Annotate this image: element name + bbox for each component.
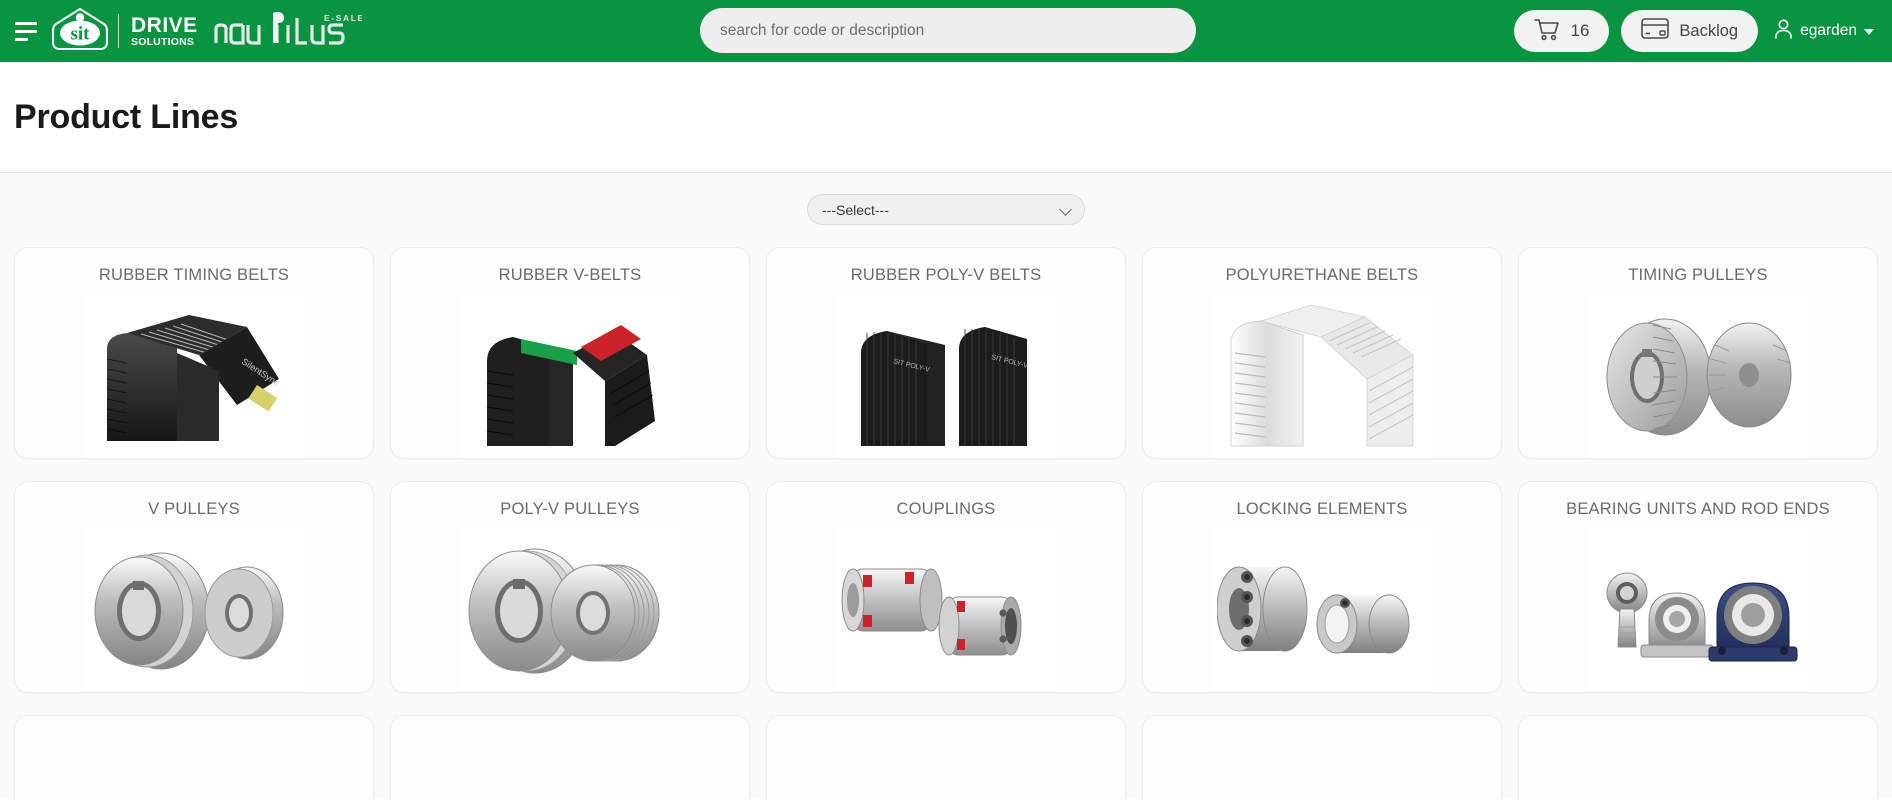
svg-text:sit: sit <box>71 23 91 44</box>
nautilus-wordmark: E-SALES <box>212 11 370 51</box>
product-line-card[interactable]: COUPLINGS <box>766 481 1126 693</box>
cart-button[interactable]: 16 <box>1514 10 1610 52</box>
product-line-title: RUBBER POLY-V BELTS <box>850 266 1042 284</box>
app-header: sit DRIVE SOLUTIONS E-SALE search for co… <box>0 0 1892 62</box>
drive-solutions-wordmark: DRIVE SOLUTIONS <box>131 15 198 48</box>
product-line-title: BEARING UNITS AND ROD ENDS <box>1566 500 1830 518</box>
product-line-card[interactable]: POLYURETHANE BELTS <box>1142 247 1502 459</box>
bearing-units-and-rod-ends-image <box>1589 529 1807 691</box>
cart-count: 16 <box>1570 21 1590 40</box>
hamburger-bar <box>15 37 28 41</box>
locking-elements-image <box>1213 529 1431 691</box>
product-line-title <box>562 716 578 734</box>
brand-logo[interactable]: sit DRIVE SOLUTIONS E-SALE <box>50 0 370 62</box>
user-icon <box>1774 19 1793 44</box>
polyurethane-belts-image <box>1213 295 1431 457</box>
rubber-v-belts-image <box>461 295 679 457</box>
product-line-title <box>938 716 954 734</box>
product-line-title <box>186 716 202 734</box>
product-line-title <box>1314 716 1330 734</box>
product-line-card[interactable] <box>14 715 374 799</box>
search-container <box>700 8 1196 53</box>
rubber-poly-v-belts-image: SIT POLY-V SIT POLY-V <box>837 295 1055 457</box>
product-line-card[interactable]: RUBBER V-BELTS <box>390 247 750 459</box>
product-line-card[interactable]: V PULLEYS <box>14 481 374 693</box>
header-actions: 16 Backlog egarden <box>1514 0 1878 62</box>
username-label: egarden <box>1800 22 1857 39</box>
product-line-card[interactable] <box>1142 715 1502 799</box>
select-value: ---Select--- <box>822 201 889 218</box>
search-input[interactable] <box>700 8 1196 53</box>
product-line-card[interactable] <box>390 715 750 799</box>
sit-logo-icon: sit <box>50 6 110 57</box>
hamburger-bar <box>15 29 37 33</box>
drive-line: DRIVE <box>131 13 198 37</box>
product-line-title: RUBBER V-BELTS <box>498 266 642 284</box>
v-pulleys-image <box>85 529 303 691</box>
product-line-card[interactable] <box>766 715 1126 799</box>
product-line-card[interactable]: BEARING UNITS AND ROD ENDS <box>1518 481 1878 693</box>
product-line-card[interactable]: RUBBER TIMING BELTS SilentSync <box>14 247 374 459</box>
product-line-title <box>1690 716 1706 734</box>
brand-divider <box>118 14 119 48</box>
chevron-down-icon <box>1059 203 1072 216</box>
chevron-down-icon <box>1864 29 1874 35</box>
user-menu[interactable]: egarden <box>1770 19 1878 44</box>
backlog-button[interactable]: Backlog <box>1621 10 1759 52</box>
product-line-title: RUBBER TIMING BELTS <box>98 266 290 284</box>
product-line-title: COUPLINGS <box>896 500 996 518</box>
product-line-card[interactable]: RUBBER POLY-V BELTS SIT POLY-V SIT POLY-… <box>766 247 1126 459</box>
main-content: ---Select--- RUBBER TIMING BELTS SilentS… <box>0 173 1892 799</box>
product-line-card[interactable]: TIMING PULLEYS <box>1518 247 1878 459</box>
page-title: Product Lines <box>14 97 239 136</box>
svg-text:E-SALES: E-SALES <box>324 13 362 23</box>
couplings-image <box>837 529 1055 691</box>
shopping-cart-icon <box>1534 17 1560 46</box>
product-line-title: POLY-V PULLEYS <box>500 500 640 518</box>
product-line-title: POLYURETHANE BELTS <box>1225 266 1419 284</box>
product-line-card[interactable] <box>1518 715 1878 799</box>
product-line-card[interactable]: POLY-V PULLEYS <box>390 481 750 693</box>
timing-pulleys-image <box>1589 295 1807 457</box>
product-line-title: TIMING PULLEYS <box>1628 266 1768 284</box>
product-line-card[interactable]: LOCKING ELEMENTS <box>1142 481 1502 693</box>
poly-v-pulleys-image <box>461 529 679 691</box>
product-lines-grid: RUBBER TIMING BELTS SilentSync RUBBER V-… <box>0 225 1892 799</box>
product-line-title: LOCKING ELEMENTS <box>1236 500 1408 518</box>
solutions-line: SOLUTIONS <box>131 35 195 48</box>
credit-card-icon <box>1641 18 1670 44</box>
filter-row: ---Select--- <box>0 173 1892 225</box>
page-title-bar: Product Lines <box>0 62 1892 173</box>
product-line-title: V PULLEYS <box>148 500 240 518</box>
hamburger-menu-icon[interactable] <box>10 15 42 47</box>
rubber-timing-belts-image: SilentSync <box>85 295 303 457</box>
hamburger-bar <box>15 21 37 25</box>
product-line-select[interactable]: ---Select--- <box>807 194 1085 225</box>
backlog-label: Backlog <box>1679 21 1739 40</box>
